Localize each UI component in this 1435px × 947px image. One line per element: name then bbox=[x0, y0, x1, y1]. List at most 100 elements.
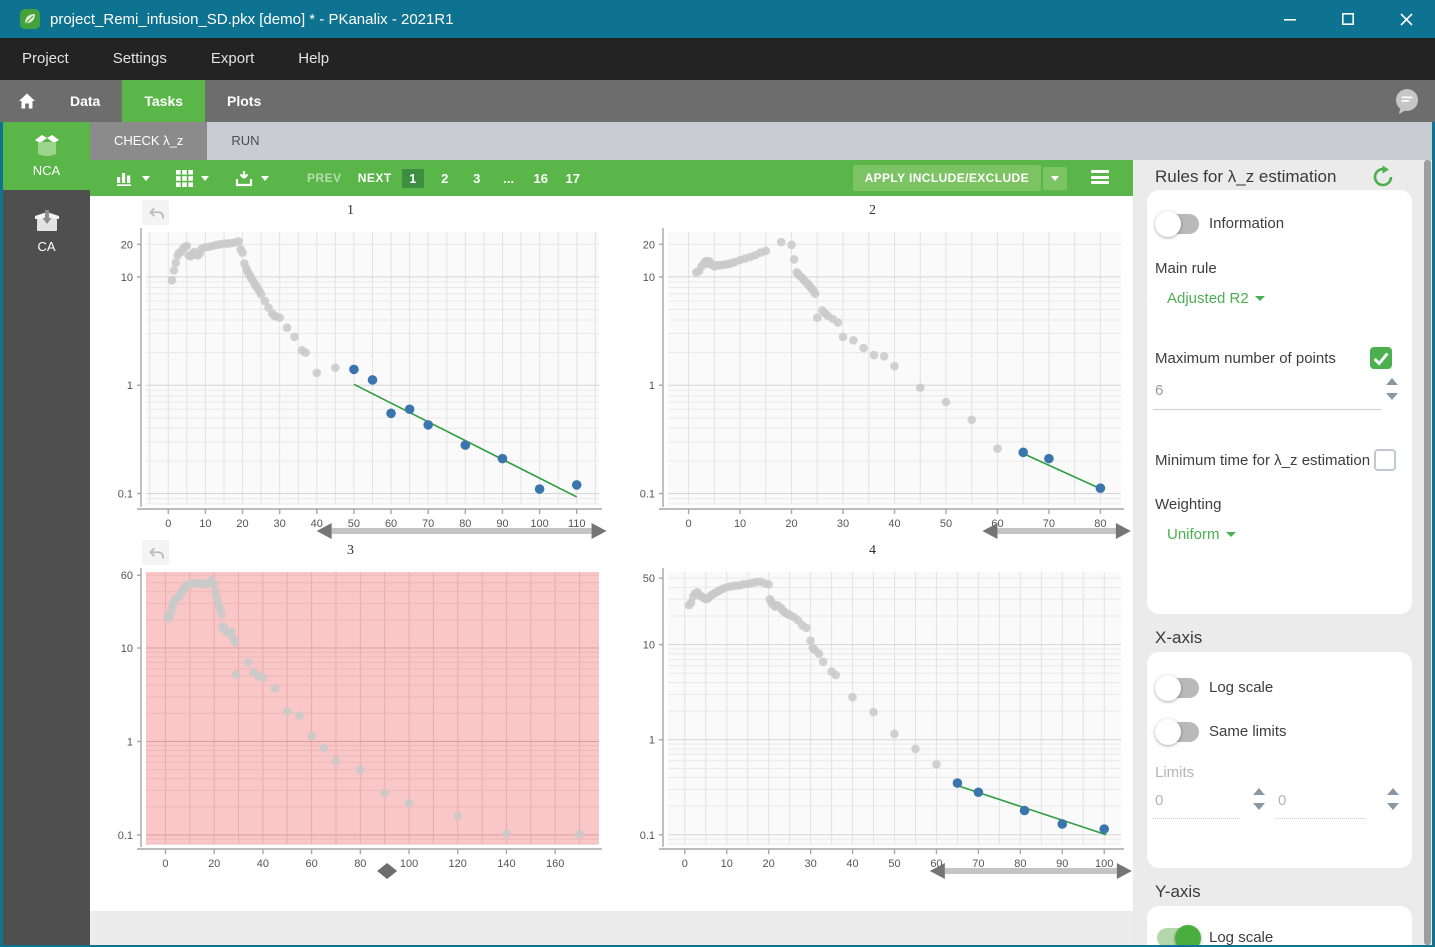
lambda-z-point[interactable] bbox=[1057, 819, 1067, 829]
xaxis-log-scale-toggle[interactable] bbox=[1157, 678, 1199, 698]
collapsed-scrollbar-diamond[interactable] bbox=[377, 863, 397, 879]
observation-point[interactable] bbox=[295, 711, 304, 720]
panel-scrollbar[interactable] bbox=[1424, 160, 1431, 945]
xaxis-limit-min-increment[interactable] bbox=[1253, 788, 1265, 795]
lambda-z-point[interactable] bbox=[1044, 454, 1054, 464]
plot-canvas-1[interactable]: 201010.10102030405060708090100110 bbox=[90, 220, 611, 540]
lambda-z-point[interactable] bbox=[386, 409, 396, 419]
lambda-z-point[interactable] bbox=[953, 778, 963, 788]
tab-data[interactable]: Data bbox=[48, 80, 122, 122]
lambda-z-point[interactable] bbox=[1099, 824, 1109, 834]
scroll-right-arrow-icon[interactable] bbox=[1116, 523, 1131, 539]
plot-type-button[interactable] bbox=[116, 170, 150, 186]
export-plot-button[interactable] bbox=[235, 170, 269, 187]
observation-point[interactable] bbox=[319, 744, 328, 753]
subtab-check-lambda-z[interactable]: CHECK λ_z bbox=[90, 122, 207, 160]
observation-point[interactable] bbox=[777, 238, 786, 247]
close-button[interactable] bbox=[1377, 0, 1435, 38]
observation-point[interactable] bbox=[839, 333, 848, 342]
pager-next[interactable]: NEXT bbox=[358, 171, 392, 185]
pager-page-16[interactable]: 16 bbox=[530, 169, 552, 188]
observation-point[interactable] bbox=[183, 242, 192, 251]
observation-point[interactable] bbox=[283, 707, 292, 716]
observation-point[interactable] bbox=[790, 255, 799, 264]
information-toggle[interactable] bbox=[1157, 214, 1199, 234]
plot-canvas-2[interactable]: 201010.101020304050607080 bbox=[612, 220, 1133, 540]
observation-point[interactable] bbox=[271, 684, 280, 693]
observation-point[interactable] bbox=[168, 276, 177, 285]
min-time-checkbox[interactable] bbox=[1374, 449, 1396, 471]
max-points-checkbox[interactable] bbox=[1370, 347, 1392, 369]
weighting-select[interactable]: Uniform bbox=[1167, 526, 1236, 543]
xaxis-same-limits-toggle[interactable] bbox=[1157, 722, 1199, 742]
observation-point[interactable] bbox=[802, 624, 811, 633]
lambda-z-point[interactable] bbox=[1096, 483, 1106, 493]
observation-point[interactable] bbox=[813, 313, 822, 322]
observation-point[interactable] bbox=[170, 266, 179, 275]
observation-point[interactable] bbox=[244, 658, 253, 667]
observation-point[interactable] bbox=[870, 351, 879, 360]
lambda-z-point[interactable] bbox=[368, 375, 378, 385]
observation-point[interactable] bbox=[869, 708, 878, 717]
plot-x-scrollbar[interactable] bbox=[982, 523, 1130, 539]
pager-page-1[interactable]: 1 bbox=[402, 169, 424, 188]
observation-point[interactable] bbox=[171, 259, 180, 268]
plot-canvas-4[interactable]: 501010.10102030405060708090100 bbox=[612, 560, 1133, 880]
pager-page-3[interactable]: 3 bbox=[466, 169, 488, 188]
tab-plots[interactable]: Plots bbox=[205, 80, 283, 122]
main-rule-select[interactable]: Adjusted R2 bbox=[1167, 290, 1265, 307]
lambda-z-point[interactable] bbox=[1018, 448, 1028, 458]
max-points-decrement[interactable] bbox=[1386, 393, 1398, 400]
xaxis-limit-min-input[interactable]: 0 bbox=[1155, 792, 1163, 809]
observation-point[interactable] bbox=[815, 650, 824, 659]
observation-point[interactable] bbox=[235, 237, 244, 246]
lambda-z-point[interactable] bbox=[572, 480, 582, 490]
observation-point[interactable] bbox=[831, 671, 840, 680]
observation-point[interactable] bbox=[227, 627, 236, 636]
apply-dropdown-button[interactable] bbox=[1043, 167, 1067, 190]
observation-point[interactable] bbox=[834, 318, 843, 327]
chevron-down-icon[interactable] bbox=[201, 176, 209, 181]
max-points-input[interactable]: 6 bbox=[1155, 382, 1163, 399]
observation-point[interactable] bbox=[967, 415, 976, 424]
observation-point[interactable] bbox=[764, 580, 773, 589]
observation-point[interactable] bbox=[313, 369, 322, 378]
apply-include-exclude-button[interactable]: APPLY INCLUDE/EXCLUDE bbox=[853, 165, 1041, 191]
observation-point[interactable] bbox=[405, 799, 414, 808]
observation-point[interactable] bbox=[331, 363, 340, 372]
observation-point[interactable] bbox=[787, 241, 796, 250]
pager-page-2[interactable]: 2 bbox=[434, 169, 456, 188]
observation-point[interactable] bbox=[217, 610, 226, 619]
observation-point[interactable] bbox=[911, 745, 920, 754]
scroll-left-arrow-icon[interactable] bbox=[982, 523, 997, 539]
chevron-down-icon[interactable] bbox=[261, 176, 269, 181]
scroll-right-arrow-icon[interactable] bbox=[592, 523, 607, 539]
observation-point[interactable] bbox=[993, 444, 1002, 453]
observation-point[interactable] bbox=[238, 248, 247, 257]
observation-point[interactable] bbox=[307, 731, 316, 740]
observation-point[interactable] bbox=[932, 760, 941, 769]
observation-point[interactable] bbox=[275, 313, 284, 322]
observation-point[interactable] bbox=[575, 830, 584, 839]
observation-point[interactable] bbox=[259, 673, 268, 682]
observation-point[interactable] bbox=[210, 580, 219, 589]
menu-settings[interactable]: Settings bbox=[91, 38, 189, 80]
xaxis-limit-min-decrement[interactable] bbox=[1253, 803, 1265, 810]
observation-point[interactable] bbox=[819, 657, 828, 666]
lambda-z-point[interactable] bbox=[461, 440, 471, 450]
observation-point[interactable] bbox=[283, 323, 292, 332]
menu-help[interactable]: Help bbox=[276, 38, 351, 80]
lambda-z-point[interactable] bbox=[498, 454, 508, 464]
sidebar-item-nca[interactable]: NCA bbox=[3, 122, 90, 190]
observation-point[interactable] bbox=[301, 348, 310, 357]
lambda-z-point[interactable] bbox=[974, 787, 984, 797]
comments-icon[interactable] bbox=[1393, 87, 1421, 115]
max-points-increment[interactable] bbox=[1386, 378, 1398, 385]
observation-point[interactable] bbox=[502, 829, 511, 838]
observation-point[interactable] bbox=[762, 247, 771, 256]
observation-point[interactable] bbox=[356, 765, 365, 774]
observation-point[interactable] bbox=[806, 636, 815, 645]
observation-point[interactable] bbox=[880, 352, 889, 361]
observation-point[interactable] bbox=[232, 670, 241, 679]
observation-point[interactable] bbox=[453, 812, 462, 821]
